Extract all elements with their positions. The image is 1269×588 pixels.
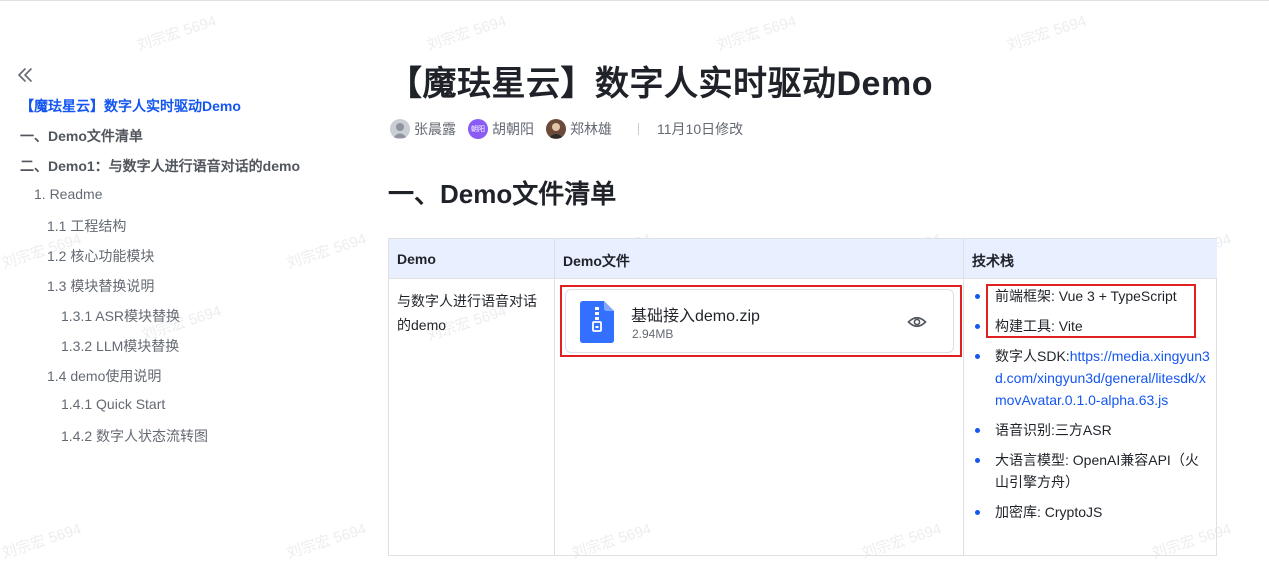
author-name: 胡朝阳: [492, 121, 534, 137]
watermark-text: 刘宗宏 5694: [1004, 12, 1089, 55]
toc-item-demo1[interactable]: 二、Demo1：与数字人进行语音对话的demo: [20, 156, 300, 176]
list-item: 前端框架: Vue 3 + TypeScript: [972, 285, 1210, 307]
table-cell-file: 基础接入demo.zip 2.94MB: [555, 279, 964, 556]
list-item: 大语言模型: OpenAI兼容API（火山引擎方舟）: [972, 449, 1210, 493]
file-attachment-card[interactable]: 基础接入demo.zip 2.94MB: [565, 289, 954, 353]
avatar: [390, 119, 410, 139]
list-item: 数字人SDK:https://media.xingyun3d.com/xingy…: [972, 345, 1210, 411]
avatar: [546, 119, 566, 139]
modified-time: 11月10日修改: [657, 121, 744, 137]
zip-file-icon: [580, 301, 614, 343]
watermark-text: 刘宗宏 5694: [134, 12, 219, 55]
toc-item-demo-usage[interactable]: 1.4 demo使用说明: [47, 366, 161, 386]
avatar: 朝阳: [468, 119, 488, 139]
toc-item-title[interactable]: 【魔珐星云】数字人实时驱动Demo: [20, 96, 241, 116]
table-header-tech-stack: 技术栈: [964, 239, 1217, 279]
demo-file-table: Demo Demo文件 技术栈 与数字人进行语音对话的demo 基础接入demo…: [388, 238, 1217, 556]
list-item: 构建工具: Vite: [972, 315, 1210, 337]
watermark-text: 刘宗宏 5694: [284, 230, 369, 273]
tech-stack-list: 前端框架: Vue 3 + TypeScript 构建工具: Vite 数字人S…: [972, 285, 1210, 531]
author-3[interactable]: 郑林雄: [546, 119, 612, 139]
meta-divider: [638, 123, 639, 135]
list-item: 加密库: CryptoJS: [972, 501, 1210, 523]
table-header-demo: Demo: [389, 239, 555, 279]
toc-item-demo-file-list[interactable]: 一、Demo文件清单: [20, 126, 143, 146]
author-name: 郑林雄: [570, 121, 612, 137]
table-cell-demo: 与数字人进行语音对话的demo: [389, 279, 555, 556]
toc-item-module-replace[interactable]: 1.3 模块替换说明: [47, 276, 154, 296]
section-heading: 一、Demo文件清单: [388, 179, 617, 209]
toc-item-asr-replace[interactable]: 1.3.1 ASR模块替换: [61, 306, 180, 326]
top-divider: [0, 0, 1269, 1]
author-1[interactable]: 张晨露: [390, 119, 456, 139]
toc-item-core-modules[interactable]: 1.2 核心功能模块: [47, 246, 154, 266]
demo-description: 与数字人进行语音对话的demo: [397, 293, 537, 333]
toc-item-llm-replace[interactable]: 1.3.2 LLM模块替换: [61, 336, 179, 356]
toc-item-project-structure[interactable]: 1.1 工程结构: [47, 216, 126, 236]
toc-item-state-diagram[interactable]: 1.4.2 数字人状态流转图: [61, 426, 208, 446]
file-name: 基础接入demo.zip: [631, 308, 760, 325]
collapse-sidebar-icon[interactable]: [16, 66, 34, 84]
document-title: 【魔珐星云】数字人实时驱动Demo: [388, 65, 933, 103]
table-header-demo-file: Demo文件: [555, 239, 964, 279]
table-cell-tech-stack: 前端框架: Vue 3 + TypeScript 构建工具: Vite 数字人S…: [964, 279, 1217, 556]
author-2[interactable]: 朝阳 胡朝阳: [468, 119, 534, 139]
toc-item-quick-start[interactable]: 1.4.1 Quick Start: [61, 396, 165, 412]
author-name: 张晨露: [414, 121, 456, 137]
toc-item-readme[interactable]: 1. Readme: [34, 186, 102, 202]
watermark-text: 刘宗宏 5694: [424, 12, 509, 55]
watermark-text: 刘宗宏 5694: [714, 12, 799, 55]
file-size: 2.94MB: [632, 327, 674, 341]
watermark-text: 刘宗宏 5694: [0, 520, 84, 563]
list-item: 语音识别:三方ASR: [972, 419, 1210, 441]
preview-eye-icon[interactable]: [907, 312, 927, 332]
watermark-text: 刘宗宏 5694: [284, 520, 369, 563]
document-meta: 张晨露 朝阳 胡朝阳 郑林雄 11月10日修改: [390, 118, 743, 140]
